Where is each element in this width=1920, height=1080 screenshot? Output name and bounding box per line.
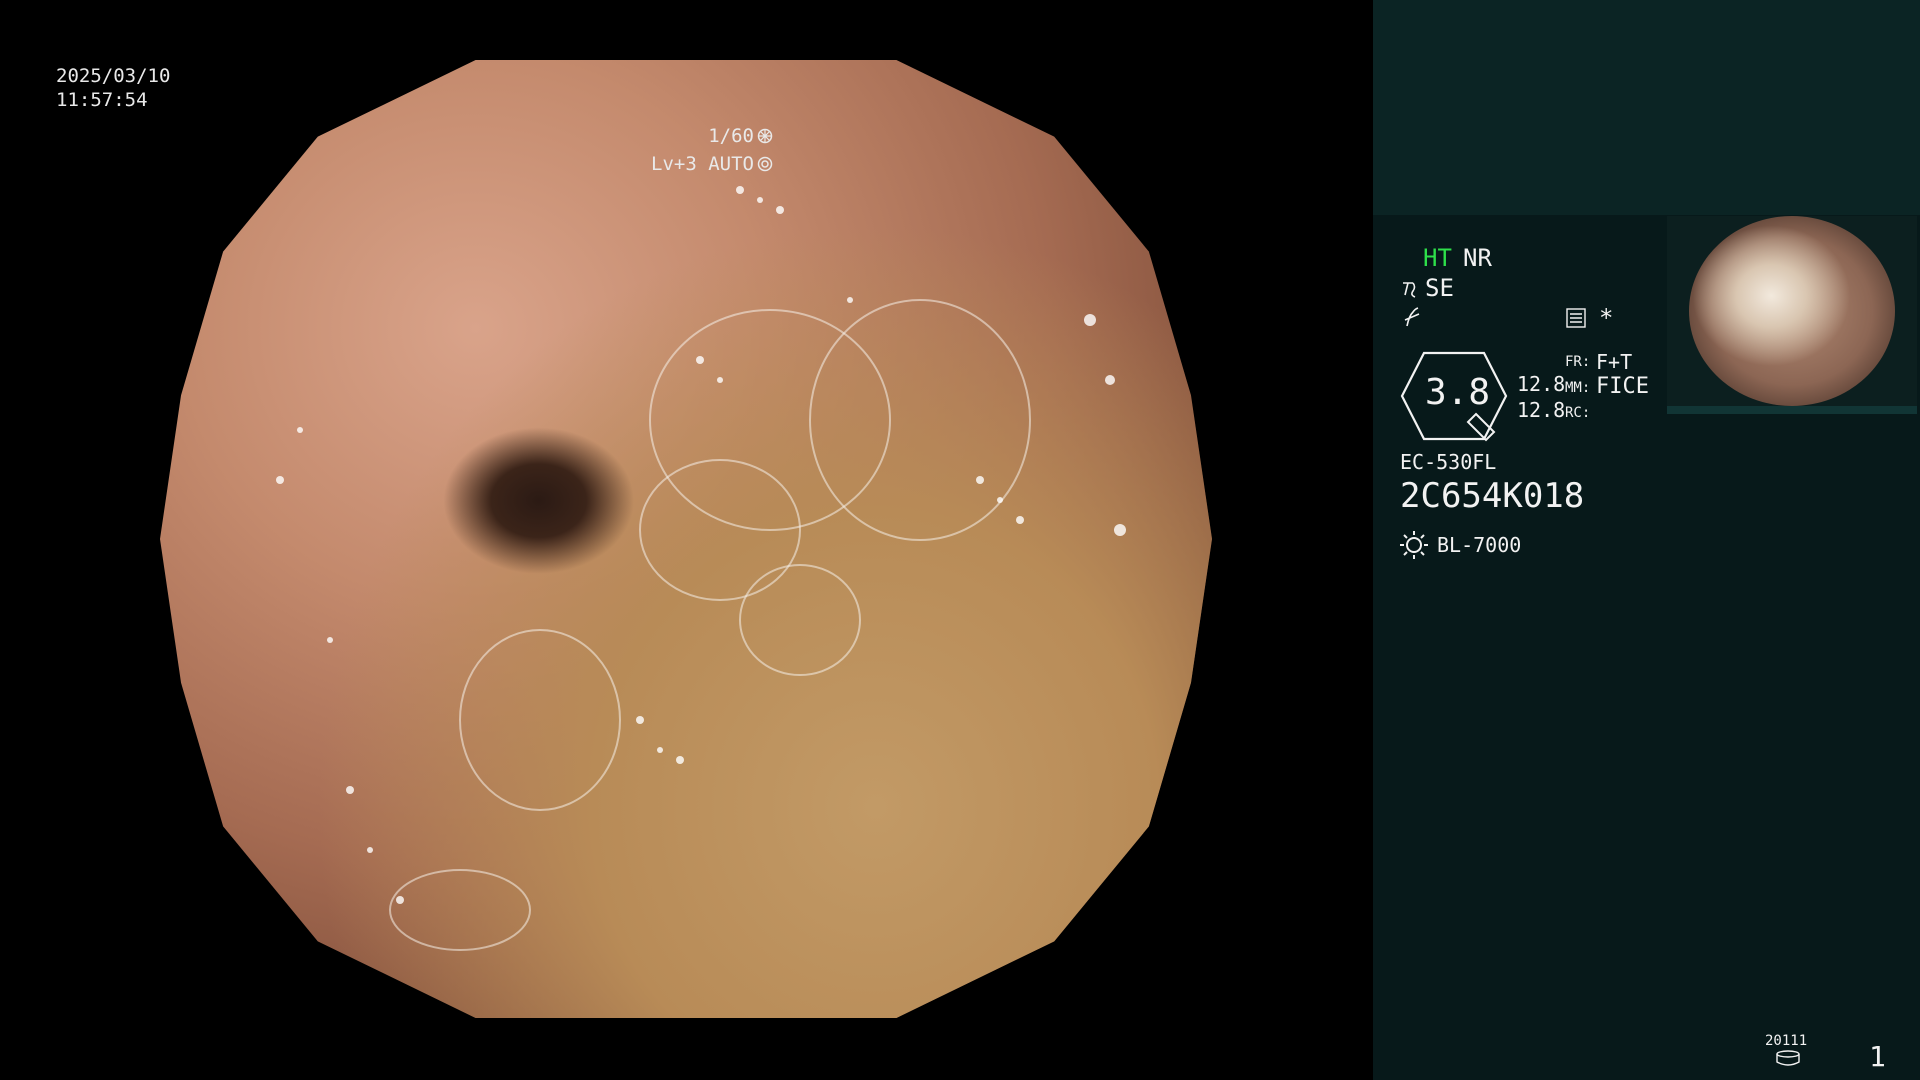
- se-indicator: SE: [1425, 274, 1454, 302]
- rc-label: RC:: [1565, 405, 1591, 421]
- storage-counter: 20111: [1765, 1033, 1808, 1049]
- bubble-layer: [276, 186, 1126, 951]
- value-1: 12.8: [1517, 372, 1566, 396]
- settings-list-icon: [1566, 308, 1586, 328]
- sun-icon: [1400, 531, 1428, 559]
- scope-model: EC-530FL: [1400, 450, 1497, 474]
- index-value: 3.8: [1425, 372, 1491, 413]
- ht-indicator: HT: [1423, 244, 1452, 272]
- scope-serial: 2C654K018: [1400, 476, 1585, 516]
- star-indicator: *: [1599, 304, 1614, 332]
- fr-label: FR:: [1565, 354, 1591, 370]
- endoscope-view: 2025/03/10 11:57:54 1/60 Lv+3 AUTO: [0, 0, 1373, 1080]
- disk-icon: [1776, 1050, 1800, 1066]
- panel-header-area: [1373, 0, 1920, 215]
- level-value: Lv+3 AUTO: [651, 153, 754, 175]
- mm-label: MM:: [1565, 380, 1591, 396]
- thumbnail-bar: [1667, 406, 1917, 414]
- mm-value: FICE: [1596, 374, 1649, 399]
- endoscope-image: [160, 60, 1212, 1018]
- fr-value: F+T: [1596, 350, 1633, 374]
- se-mode-icon: [1403, 282, 1416, 298]
- iris-icon: [757, 156, 773, 172]
- info-panel: HT NR SE * 3.8 12.8 12.8 FR: F+T MM: FIC…: [1373, 0, 1920, 1080]
- thumbnail-preview[interactable]: [1667, 216, 1917, 414]
- level-readout: Lv+3 AUTO: [605, 128, 773, 200]
- nr-indicator: NR: [1463, 244, 1492, 272]
- value-2: 12.8: [1517, 398, 1566, 422]
- light-source: BL-7000: [1437, 533, 1522, 557]
- date-readout: 2025/03/10: [56, 65, 171, 87]
- page-number: 1: [1869, 1040, 1886, 1073]
- time-readout: 11:57:54: [56, 89, 148, 111]
- noise-reduction-icon: [1404, 307, 1420, 327]
- thumbnail-image: [1689, 216, 1895, 406]
